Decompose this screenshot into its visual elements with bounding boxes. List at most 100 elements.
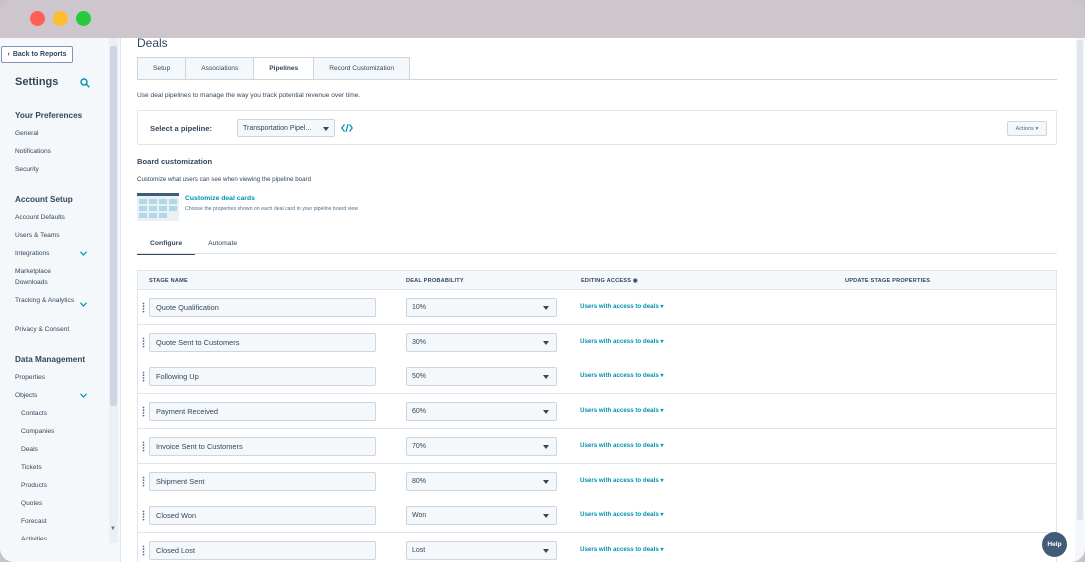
stage-name-input[interactable]: Closed Lost	[149, 540, 376, 560]
scroll-down-arrow-icon[interactable]: ▼	[110, 526, 116, 532]
editing-access-dropdown[interactable]: Users with access to deals ▾	[580, 511, 664, 518]
stage-name-value: Payment Received	[156, 407, 219, 417]
drag-handle-icon[interactable]	[142, 406, 145, 417]
close-window-button[interactable]	[30, 11, 45, 26]
nav-item-deals[interactable]: Deals	[21, 444, 81, 455]
chevron-left-icon: ‹	[7, 51, 10, 58]
sidebar-scroll-thumb[interactable]	[110, 46, 117, 406]
deal-cards-illustration-icon	[137, 193, 179, 221]
editing-access-dropdown[interactable]: Users with access to deals ▾	[580, 303, 664, 310]
nav-item-forecast[interactable]: Forecast	[21, 516, 81, 527]
pipeline-subtabs: Configure Automate	[137, 234, 250, 255]
nav-item-users-teams[interactable]: Users & Teams	[15, 230, 75, 241]
main-scroll-thumb[interactable]	[1077, 40, 1083, 520]
header-stage-name: STAGE NAME	[149, 278, 188, 284]
chevron-down-icon[interactable]	[80, 251, 87, 256]
tab-associations[interactable]: Associations	[185, 57, 255, 80]
caret-down-icon: ▾	[660, 545, 664, 553]
actions-button[interactable]: Actions ▾	[1007, 121, 1047, 136]
nav-item-notifications[interactable]: Notifications	[15, 146, 75, 157]
editing-access-dropdown[interactable]: Users with access to deals ▾	[580, 442, 664, 449]
info-icon[interactable]: ◉	[633, 278, 638, 284]
nav-item-account-defaults[interactable]: Account Defaults	[15, 212, 75, 223]
editing-access-dropdown[interactable]: Users with access to deals ▾	[580, 338, 664, 345]
caret-down-icon	[543, 306, 549, 310]
pipeline-selector-box: Select a pipeline: Transportation Pipel.…	[137, 110, 1057, 145]
customize-deal-cards-link[interactable]: Customize deal cards	[185, 195, 255, 202]
drag-handle-icon[interactable]	[142, 371, 145, 382]
deal-probability-value: 10%	[412, 304, 427, 311]
nav-item-security[interactable]: Security	[15, 164, 75, 175]
drag-handle-icon[interactable]	[142, 476, 145, 487]
nav-item-contacts[interactable]: Contacts	[21, 408, 81, 419]
tab-setup[interactable]: Setup	[137, 57, 187, 80]
nav-heading-data-management: Data Management	[15, 355, 86, 364]
tab-record-customization[interactable]: Record Customization	[313, 57, 411, 80]
stage-name-input[interactable]: Shipment Sent	[149, 471, 376, 491]
deal-probability-dropdown[interactable]: Lost	[406, 540, 557, 560]
caret-down-icon: ▾	[660, 337, 664, 345]
subtabs-divider	[137, 253, 1057, 254]
embed-code-icon[interactable]	[341, 123, 353, 133]
nav-item-objects[interactable]: Objects	[15, 390, 75, 401]
deal-probability-dropdown[interactable]: 70%	[406, 436, 557, 456]
nav-item-privacy-consent[interactable]: Privacy & Consent	[15, 324, 75, 335]
nav-item-tickets[interactable]: Tickets	[21, 462, 81, 473]
chevron-down-icon[interactable]	[80, 393, 87, 398]
caret-down-icon: ▾	[660, 511, 664, 519]
editing-access-value: Users with access to deals	[580, 441, 659, 449]
minimize-window-button[interactable]	[53, 11, 68, 26]
nav-item-properties[interactable]: Properties	[15, 372, 75, 383]
deal-probability-dropdown[interactable]: Won	[406, 506, 557, 526]
subtab-automate[interactable]: Automate	[195, 234, 250, 253]
back-to-reports-button[interactable]: ‹ Back to Reports	[1, 46, 73, 63]
help-button[interactable]: Help	[1042, 532, 1067, 557]
deal-probability-dropdown[interactable]: 80%	[406, 471, 557, 491]
select-pipeline-label: Select a pipeline:	[150, 124, 213, 133]
drag-handle-icon[interactable]	[142, 545, 145, 556]
drag-handle-icon[interactable]	[142, 510, 145, 521]
editing-access-dropdown[interactable]: Users with access to deals ▾	[580, 372, 664, 379]
deal-probability-value: Lost	[412, 546, 426, 554]
stage-name-input[interactable]: Invoice Sent to Customers	[149, 436, 376, 456]
back-to-reports-label: Back to Reports	[12, 51, 67, 58]
nav-item-products[interactable]: Products	[21, 480, 81, 491]
nav-item-integrations[interactable]: Integrations	[15, 248, 75, 259]
stage-name-input[interactable]: Payment Received	[149, 402, 376, 422]
maximize-window-button[interactable]	[76, 11, 91, 26]
deal-probability-value: Won	[412, 512, 427, 520]
deal-probability-dropdown[interactable]: 10%	[406, 298, 557, 317]
editing-access-value: Users with access to deals	[580, 337, 659, 345]
deal-probability-dropdown[interactable]: 60%	[406, 402, 557, 422]
stage-name-input[interactable]: Quote Sent to Customers	[149, 332, 376, 352]
caret-down-icon: ▾	[660, 407, 664, 415]
tab-pipelines[interactable]: Pipelines	[253, 57, 315, 80]
subtab-configure[interactable]: Configure	[137, 234, 196, 255]
pipeline-dropdown[interactable]: Transportation Pipel...	[237, 119, 335, 137]
nav-item-activities[interactable]: Activities	[21, 534, 81, 540]
chevron-down-icon[interactable]	[80, 302, 87, 307]
editing-access-dropdown[interactable]: Users with access to deals ▾	[580, 407, 664, 414]
nav-item-tracking-analytics[interactable]: Tracking & Analytics	[15, 295, 75, 306]
header-editing-access: EDITING ACCESS ◉	[581, 278, 638, 284]
stage-name-input[interactable]: Closed Won	[149, 506, 376, 526]
table-row: Following Up 50% Users with access to deal…	[137, 359, 1057, 395]
editing-access-dropdown[interactable]: Users with access to deals ▾	[580, 477, 664, 484]
nav-item-marketplace-downloads[interactable]: Marketplace Downloads	[15, 266, 75, 288]
nav-item-general[interactable]: General	[15, 128, 75, 139]
editing-access-dropdown[interactable]: Users with access to deals ▾	[580, 546, 664, 553]
drag-handle-icon[interactable]	[142, 337, 145, 348]
stage-name-input[interactable]: Quote Qualification	[149, 298, 376, 317]
table-row: Closed Lost Lost Users with access to deal…	[137, 532, 1057, 562]
header-update-stage-properties: UPDATE STAGE PROPERTIES	[845, 278, 931, 284]
drag-handle-icon[interactable]	[142, 302, 145, 313]
deal-probability-dropdown[interactable]: 30%	[406, 332, 557, 352]
search-icon[interactable]	[80, 78, 90, 88]
nav-item-quotes[interactable]: Quotes	[21, 498, 81, 509]
drag-handle-icon[interactable]	[142, 441, 145, 452]
table-row: Closed Won Won Users with access to deals …	[137, 498, 1057, 534]
deal-probability-dropdown[interactable]: 50%	[406, 367, 557, 387]
nav-item-companies[interactable]: Companies	[21, 426, 81, 437]
stage-name-input[interactable]: Following Up	[149, 367, 376, 387]
caret-down-icon: ▾	[660, 372, 664, 380]
